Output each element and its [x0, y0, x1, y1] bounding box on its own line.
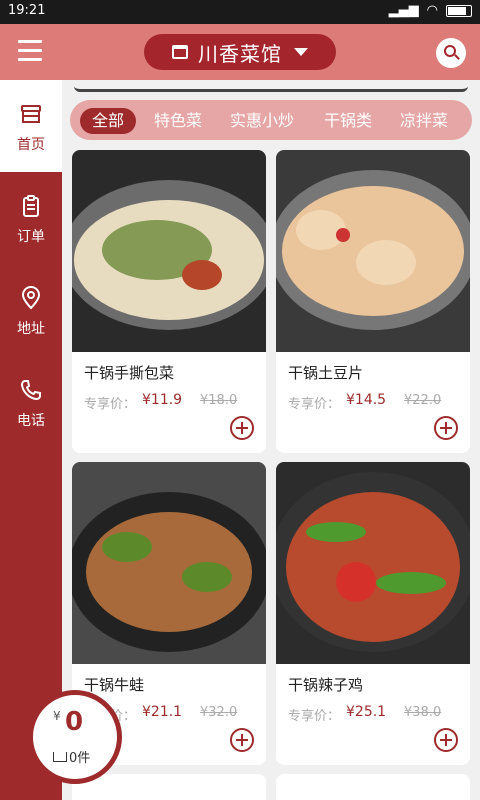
cart-total: 0: [65, 707, 84, 737]
tab-all[interactable]: 全部: [80, 108, 137, 134]
location-pin-icon: [21, 286, 41, 310]
price-label: 专享价：: [288, 397, 341, 412]
sidebar-item-label: 电话: [17, 413, 45, 429]
original-price: ¥32.0: [200, 705, 238, 720]
sidebar-item-orders[interactable]: 订单: [0, 172, 62, 264]
product-card[interactable]: 干锅土豆片 专享价： ¥14.5 ¥22.0: [276, 150, 470, 453]
app-header: 川香菜馆: [0, 24, 480, 80]
menu-icon[interactable]: [18, 40, 42, 62]
sidebar-item-label: 地址: [17, 321, 45, 337]
product-price: ¥21.1: [142, 704, 183, 720]
add-to-cart-button[interactable]: [434, 728, 458, 752]
store-icon: [21, 105, 41, 123]
sidebar-item-label: 首页: [17, 137, 45, 153]
product-photo: [72, 462, 266, 664]
caret-down-icon: [294, 48, 308, 56]
tab-dry-pot[interactable]: 干锅类: [312, 108, 384, 134]
product-list[interactable]: 全部 特色菜 实惠小炒 干锅类 凉拌菜 干锅手撕包菜 专享价： ¥11.9 ¥1…: [62, 80, 480, 800]
cart-button[interactable]: ¥ 0 0件: [28, 690, 122, 784]
clipboard-icon: [23, 195, 39, 217]
add-to-cart-button[interactable]: [230, 728, 254, 752]
currency-symbol: ¥: [53, 709, 61, 723]
original-price: ¥18.0: [200, 393, 238, 408]
status-bar: 19:21 ▂▄▆ ◠: [0, 0, 480, 24]
product-name: 干锅土豆片: [288, 364, 364, 382]
status-icons: ▂▄▆ ◠: [389, 3, 472, 18]
original-price: ¥22.0: [404, 393, 442, 408]
store-selector[interactable]: 川香菜馆: [144, 34, 336, 70]
battery-icon: [446, 4, 472, 17]
signal-icon: ▂▄▆: [388, 3, 419, 18]
price-label: 专享价：: [288, 709, 341, 724]
category-tabs: 全部 特色菜 实惠小炒 干锅类 凉拌菜: [70, 100, 472, 140]
tab-cold-dishes[interactable]: 凉拌菜: [388, 108, 460, 134]
product-price: ¥14.5: [346, 392, 387, 408]
search-button[interactable]: [436, 38, 466, 68]
cart-count: 0件: [69, 751, 91, 766]
sidebar: 首页 订单 地址 电话: [0, 80, 62, 800]
store-icon: [172, 45, 188, 59]
product-price: ¥25.1: [346, 704, 387, 720]
add-to-cart-button[interactable]: [434, 416, 458, 440]
product-photo: [72, 150, 266, 352]
product-photo: [276, 150, 470, 352]
phone-icon: [20, 380, 41, 401]
product-card[interactable]: [276, 774, 470, 800]
add-to-cart-button[interactable]: [230, 416, 254, 440]
product-name: 干锅牛蛙: [84, 676, 145, 694]
cart-count-row: 0件: [53, 747, 90, 766]
product-card[interactable]: 干锅手撕包菜 专享价： ¥11.9 ¥18.0: [72, 150, 266, 453]
original-price: ¥38.0: [404, 705, 442, 720]
product-card[interactable]: [72, 774, 266, 800]
wifi-icon: ◠: [426, 3, 438, 18]
pull-indicator: [74, 86, 468, 92]
tab-stir-fry[interactable]: 实惠小炒: [218, 108, 306, 134]
product-name: 干锅辣子鸡: [288, 676, 364, 694]
status-time: 19:21: [8, 3, 46, 18]
cart-icon: [53, 751, 67, 762]
product-photo: [276, 462, 470, 664]
sidebar-item-home[interactable]: 首页: [0, 80, 62, 172]
tab-specialty[interactable]: 特色菜: [142, 108, 214, 134]
sidebar-item-address[interactable]: 地址: [0, 264, 62, 356]
sidebar-item-label: 订单: [17, 229, 45, 245]
price-label: 专享价：: [84, 397, 137, 412]
product-price: ¥11.9: [142, 392, 183, 408]
product-card[interactable]: 干锅辣子鸡 专享价： ¥25.1 ¥38.0: [276, 462, 470, 765]
sidebar-item-phone[interactable]: 电话: [0, 356, 62, 448]
store-name: 川香菜馆: [198, 41, 282, 66]
product-name: 干锅手撕包菜: [84, 364, 175, 382]
